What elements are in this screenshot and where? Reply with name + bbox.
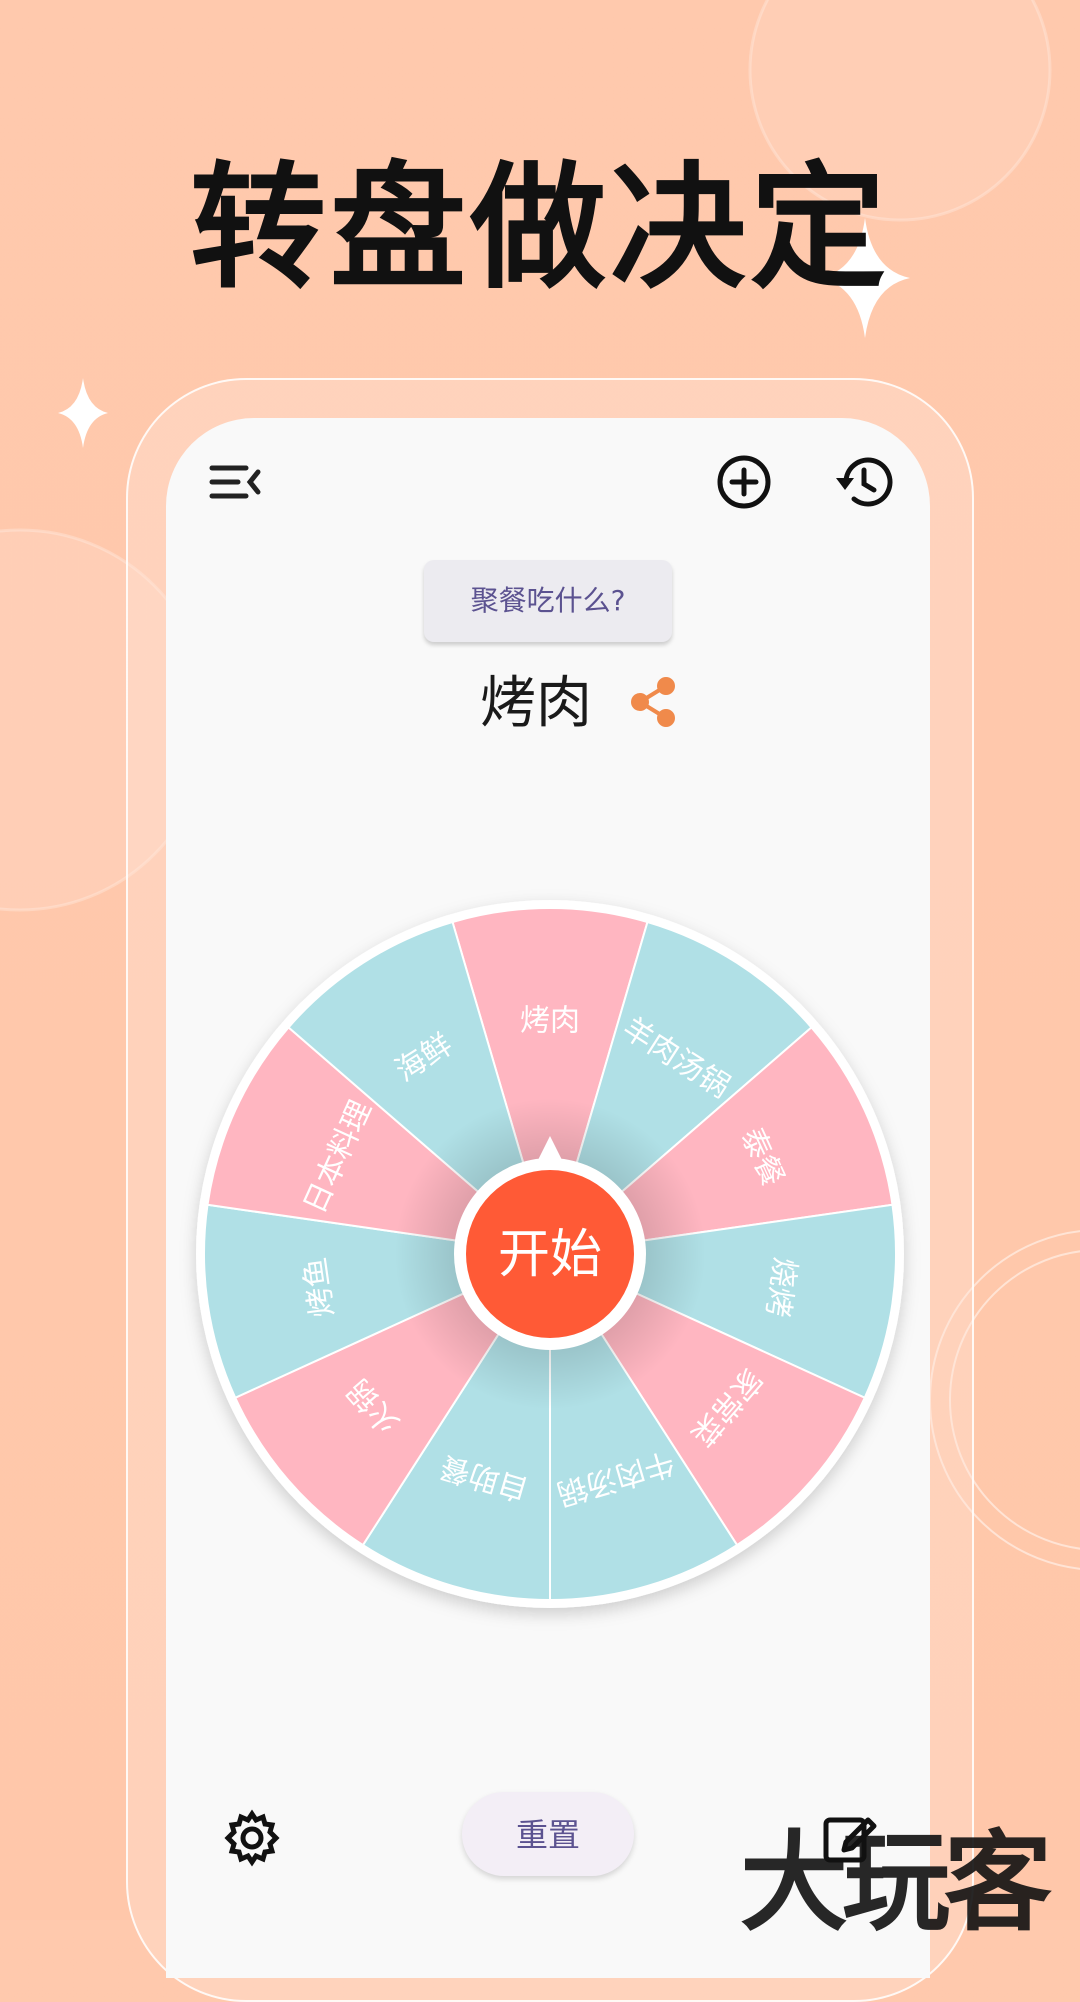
start-button-label[interactable]: 开始 [498, 1225, 602, 1285]
add-circle-icon[interactable] [712, 450, 776, 514]
history-icon[interactable] [832, 450, 896, 514]
gear-icon[interactable] [220, 1806, 284, 1870]
menu-collapse-icon[interactable] [202, 450, 266, 514]
share-icon[interactable] [628, 674, 678, 730]
wheel-svg: 烤肉 羊肉汤锅泰餐烧烤家常菜牛肉汤锅自助餐火锅烤鱼日本料理海鲜 开始 [196, 900, 904, 1608]
hero-title: 转盘做决定 [190, 150, 890, 308]
result-label: 烤肉 [480, 671, 592, 736]
sparkle-icon [58, 378, 108, 448]
watermark-logo: 大玩客 [740, 1821, 1052, 1946]
wheel-segment-label: 烤肉 [520, 1004, 580, 1039]
spin-wheel: 烤肉 羊肉汤锅 泰餐 烧烤 家常菜 牛肉汤锅 自助餐 火锅 烤鱼 日本料理 海鲜 开始 [194, 898, 906, 1610]
reset-button[interactable]: 重置 [462, 1792, 634, 1876]
topic-button[interactable]: 聚餐吃什么? [424, 560, 672, 642]
